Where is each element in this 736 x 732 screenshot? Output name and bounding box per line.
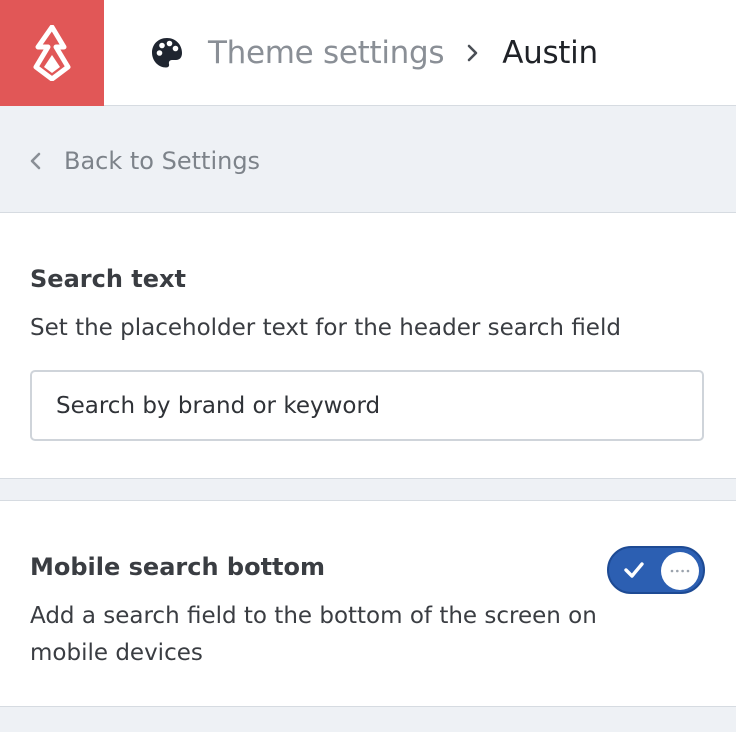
top-bar: Theme settings Austin	[0, 0, 736, 106]
search-text-section: Search text Set the placeholder text for…	[0, 213, 736, 479]
lightspeed-flame-icon	[33, 25, 71, 81]
mobile-search-toggle[interactable]	[607, 546, 705, 594]
section-description: Add a search field to the bottom of the …	[30, 603, 597, 666]
back-bar: Back to Settings	[0, 107, 736, 213]
section-title: Mobile search bottom	[30, 553, 326, 581]
section-title: Search text	[30, 265, 186, 293]
mobile-search-section: Mobile search bottom Add a search field …	[0, 500, 736, 707]
page-background	[0, 707, 736, 732]
chevron-left-icon	[28, 150, 44, 172]
breadcrumb: Theme settings Austin	[150, 30, 598, 76]
toggle-knob	[661, 552, 699, 590]
chevron-right-icon	[466, 42, 482, 64]
back-to-settings-link[interactable]: Back to Settings	[28, 145, 260, 177]
palette-icon	[150, 36, 184, 70]
check-icon	[624, 562, 644, 578]
grip-dots-icon	[670, 569, 690, 573]
app-logo[interactable]	[0, 0, 104, 106]
back-label[interactable]: Back to Settings	[64, 147, 260, 175]
section-description: Set the placeholder text for the header …	[30, 315, 621, 341]
search-text-input[interactable]	[30, 370, 704, 441]
breadcrumb-current: Austin	[502, 35, 598, 71]
breadcrumb-parent[interactable]: Theme settings	[208, 35, 445, 71]
